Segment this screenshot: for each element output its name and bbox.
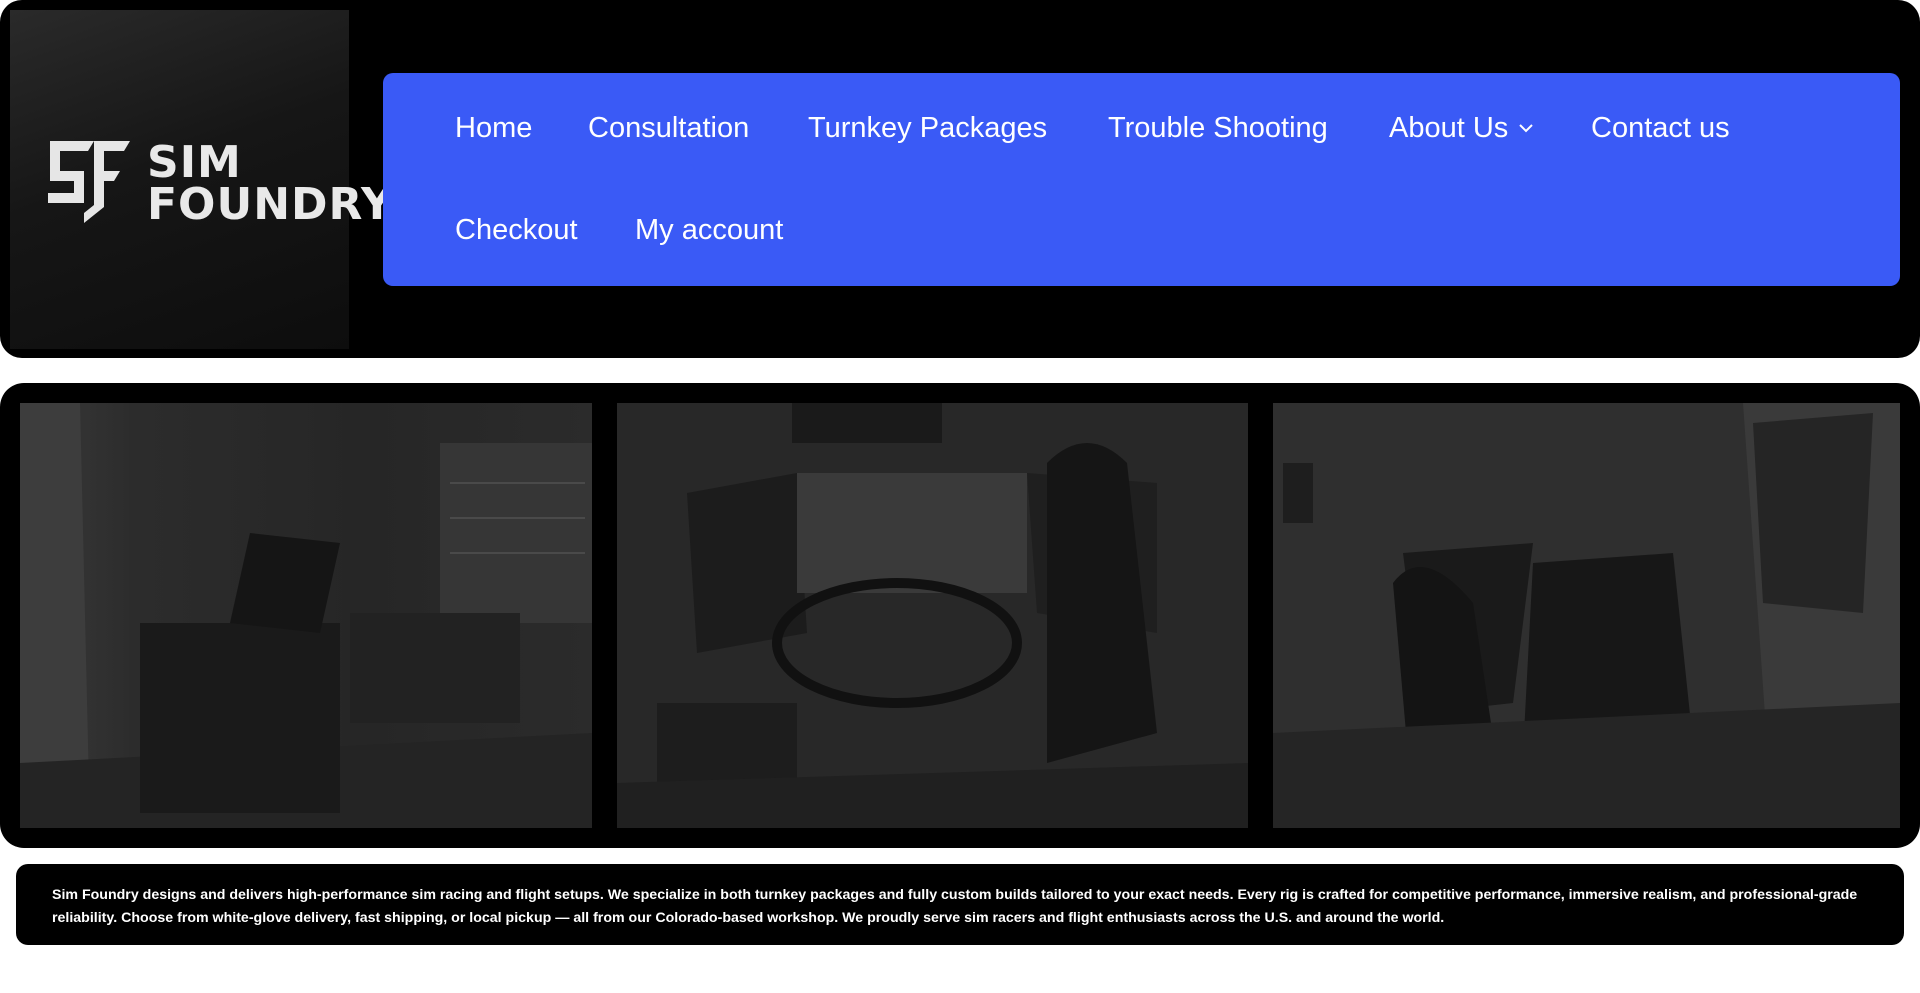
nav-item-label: Trouble Shooting — [1108, 112, 1328, 144]
hero-gallery — [0, 383, 1920, 848]
nav-item-home[interactable]: Home — [455, 111, 532, 145]
brand-line-2: FOUNDRY — [147, 179, 394, 230]
intro-lead: Sim Foundry designs and delivers high-pe… — [52, 887, 604, 903]
nav-item-label: About Us — [1389, 112, 1509, 144]
hero-image-3 — [1273, 403, 1900, 828]
nav-item-about-us[interactable]: About Us — [1389, 111, 1536, 145]
nav-item-checkout[interactable]: Checkout — [455, 213, 578, 247]
nav-item-label: Contact us — [1591, 112, 1730, 144]
nav-item-label: Consultation — [588, 112, 750, 144]
intro-text: Sim Foundry designs and delivers high-pe… — [52, 884, 1892, 930]
site-header: SIM FOUNDRY Home Consultation Turnkey Pa… — [0, 0, 1920, 358]
nav-item-label: Home — [455, 112, 533, 144]
site-logo[interactable]: SIM FOUNDRY — [10, 10, 393, 349]
main-navigation: Home Consultation Turnkey Packages Troub… — [383, 73, 1900, 286]
hero-image-1 — [20, 403, 592, 828]
nav-item-contact-us[interactable]: Contact us — [1591, 111, 1730, 145]
brand-wordmark: SIM FOUNDRY — [147, 137, 394, 230]
nav-item-my-account[interactable]: My account — [635, 213, 783, 247]
hero-image-2 — [617, 403, 1248, 828]
flight-sim-rig-photo — [1273, 403, 1900, 828]
nav-item-label: Checkout — [455, 214, 578, 246]
sim-rig-room-photo — [20, 403, 592, 828]
nav-item-trouble-shooting[interactable]: Trouble Shooting — [1108, 111, 1328, 145]
nav-item-label: Turnkey Packages — [808, 112, 1048, 144]
nav-item-label: My account — [635, 214, 784, 246]
nav-item-turnkey-packages[interactable]: Turnkey Packages — [808, 111, 1047, 145]
intro-banner: Sim Foundry designs and delivers high-pe… — [16, 864, 1904, 945]
brand-line-1: SIM — [147, 137, 242, 188]
nav-item-consultation[interactable]: Consultation — [588, 111, 749, 145]
sim-driver-photo — [617, 403, 1248, 828]
chevron-down-icon — [1519, 124, 1534, 133]
sf-logo-icon — [48, 141, 130, 223]
